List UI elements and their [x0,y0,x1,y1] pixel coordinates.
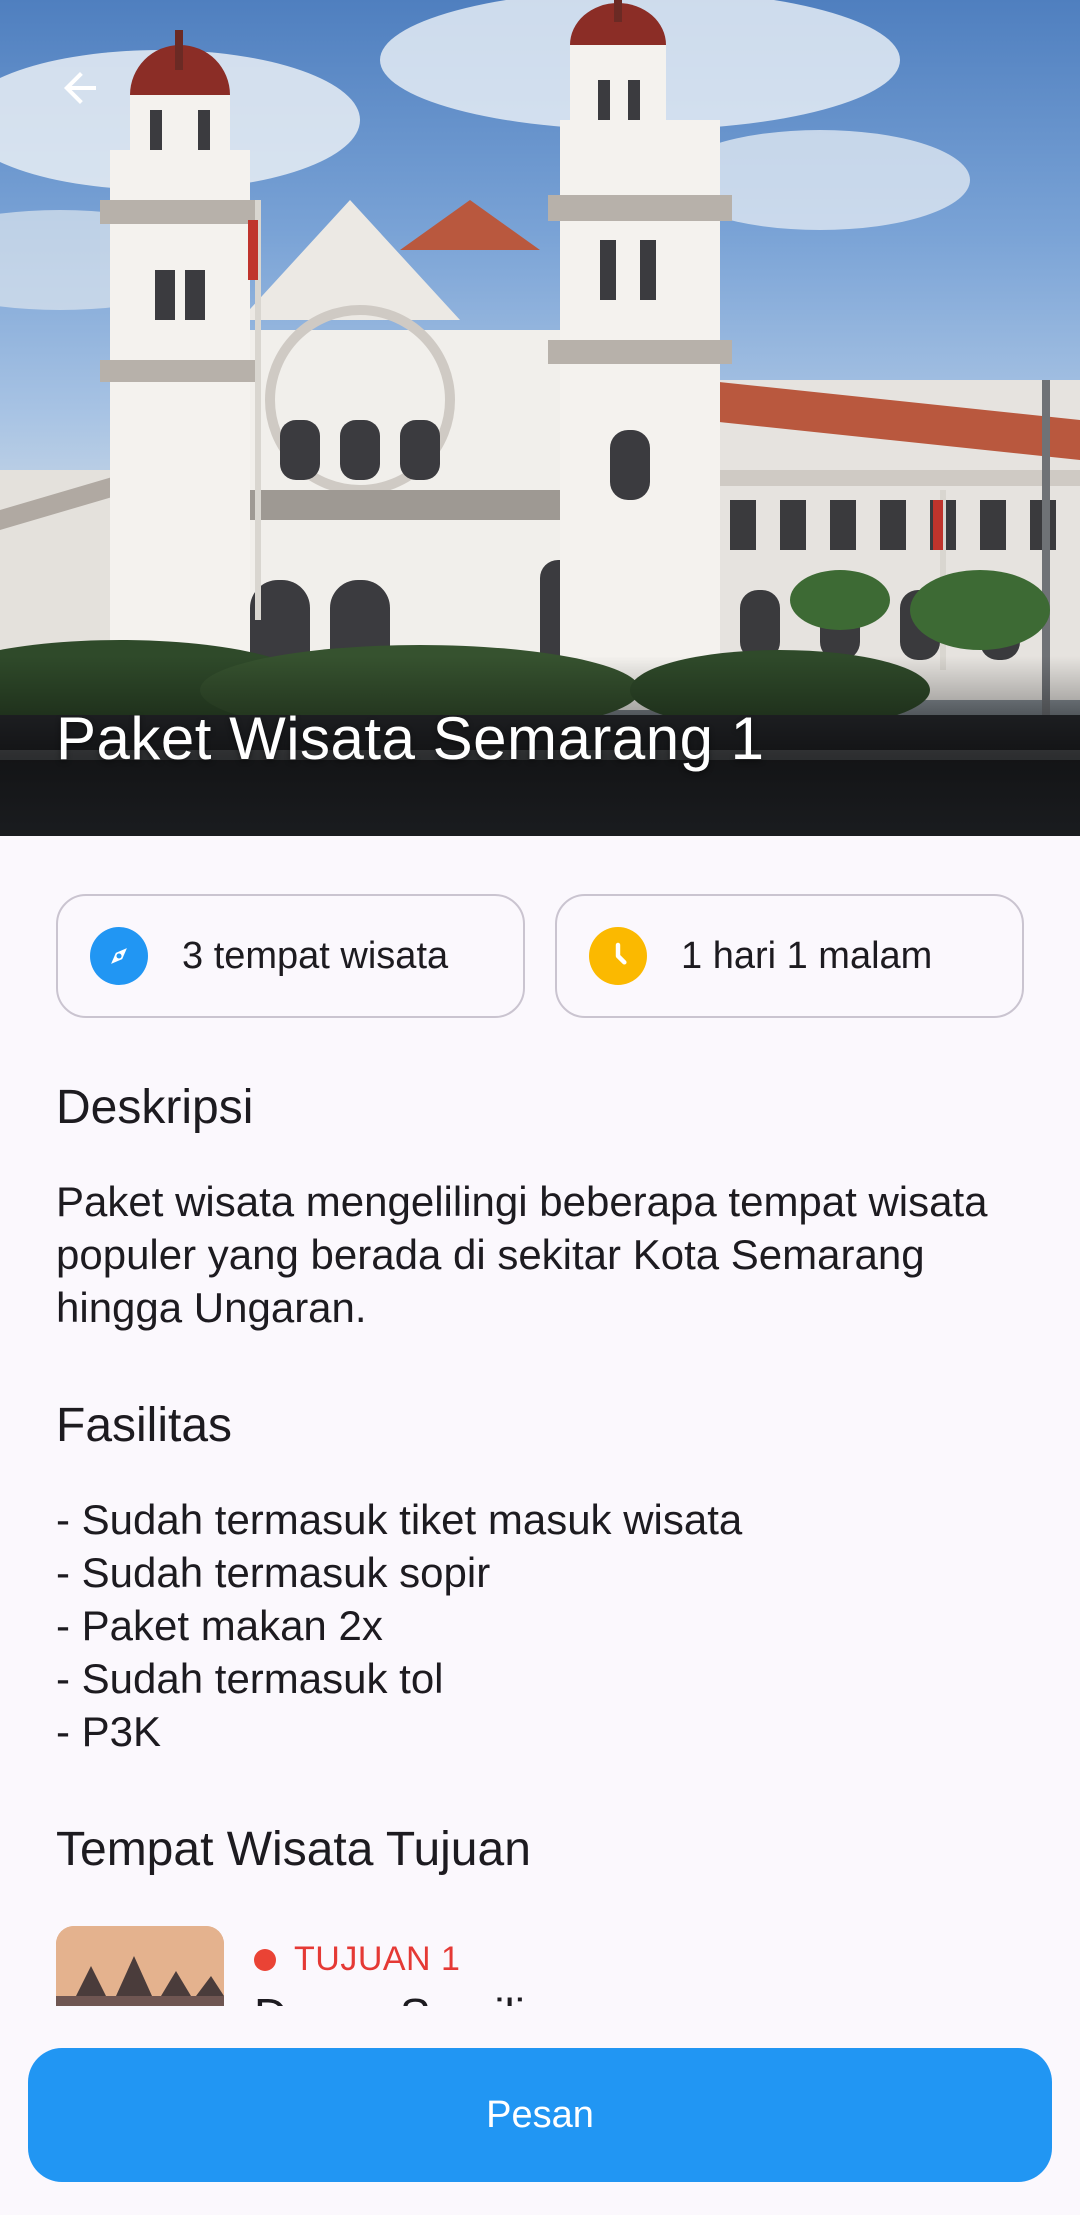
page-title: Paket Wisata Semarang 1 [56,705,765,772]
hero-image: Paket Wisata Semarang 1 [0,0,1080,836]
facilities-title: Fasilitas [56,1399,233,1452]
facility-item: - Paket makan 2x [56,1602,383,1649]
facility-item: - Sudah termasuk tol [56,1655,444,1702]
description-text: Paket wisata mengelilingi beberapa tempa… [56,1178,988,1331]
destination-tag: TUJUAN 1 [294,1940,461,1978]
destinations-title: Tempat Wisata Tujuan [56,1823,531,1876]
facilities-list: - Sudah termasuk tiket masuk wisata - Su… [56,1493,1016,1758]
duration-card: 1 hari 1 malam [555,894,1024,1018]
facility-item: - Sudah termasuk tiket masuk wisata [56,1496,743,1543]
places-count-card: 3 tempat wisata [56,894,525,1018]
facility-item: - P3K [56,1708,162,1755]
clock-icon [589,927,647,985]
back-button[interactable] [40,48,120,128]
compass-icon [90,927,148,985]
bottom-bar: Pesan [0,2006,1080,2215]
description-title: Deskripsi [56,1081,254,1134]
duration-label: 1 hari 1 malam [681,934,933,977]
places-count-label: 3 tempat wisata [182,934,449,977]
info-row: 3 tempat wisata 1 hari 1 malam [56,894,1024,1018]
facility-item: - Sudah termasuk sopir [56,1549,491,1596]
arrow-back-icon [64,72,96,104]
order-button[interactable]: Pesan [28,2048,1052,2182]
destination-dot [254,1948,276,1971]
